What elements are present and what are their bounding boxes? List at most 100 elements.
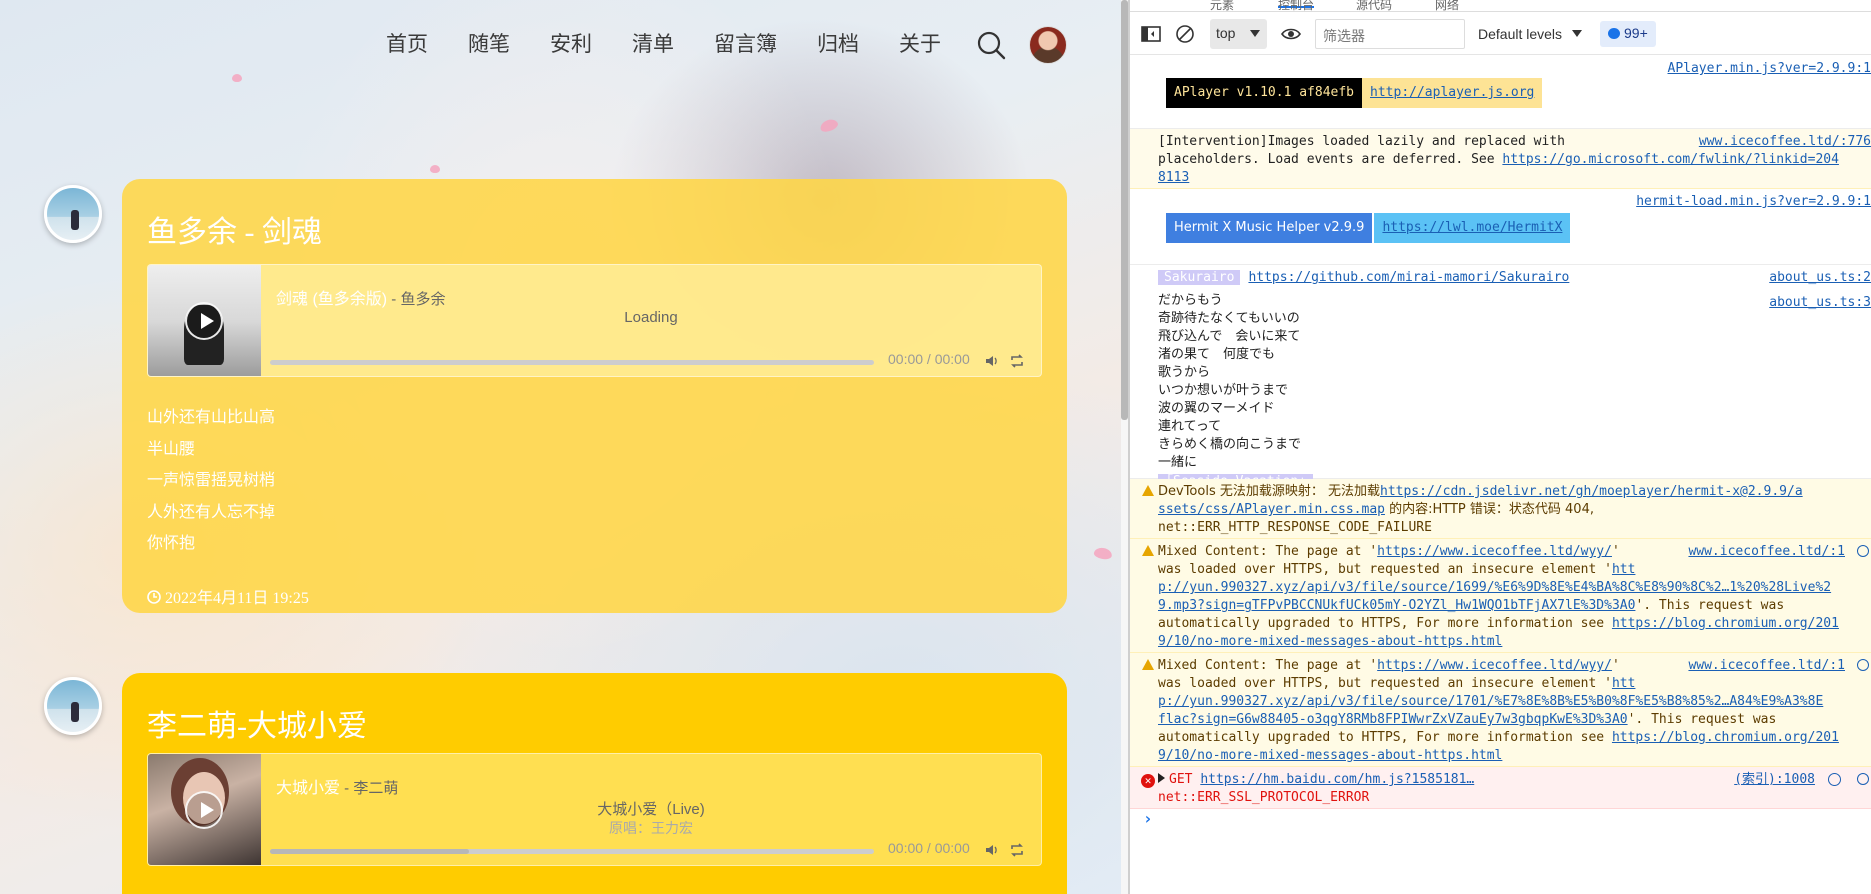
log-text-line: 9.mp3?sign=gTFPvPBCCNUkfUCk05mY-O2YZl_Hw… <box>1158 597 1784 615</box>
jp-lyric-line: きらめく橋の向こうまで <box>1158 437 1302 452</box>
play-icon[interactable] <box>185 302 223 340</box>
error-icon: ✕ <box>1141 774 1155 788</box>
nav-recommend[interactable]: 安利 <box>550 28 592 58</box>
log-text: 的内容:HTTP 错误：状态代码 404, <box>1384 502 1594 517</box>
play-icon[interactable] <box>185 791 223 829</box>
log-text-line: DevTools 无法加载源映射： 无法加载https://cdn.jsdeli… <box>1158 483 1803 501</box>
volume-icon[interactable] <box>985 354 999 368</box>
lyric-current: 大城小爱（Live) <box>597 801 705 818</box>
progress-bar[interactable] <box>270 849 874 854</box>
song-info: 大城小爱 - 李二萌 <box>276 774 398 798</box>
jp-lyric-line: 飛び込んで 会いに来て <box>1158 329 1301 344</box>
loop-icon[interactable] <box>1010 354 1024 368</box>
music-player: 大城小爱 - 李二萌 大城小爱（Live) 原唱：王力宏 00:00 / 00:… <box>147 753 1042 866</box>
magnifier-icon[interactable] <box>1857 545 1869 557</box>
log-link[interactable]: https://hm.baidu.com/hm.js?1585181… <box>1200 772 1474 787</box>
album-cover[interactable] <box>148 754 261 865</box>
post-title[interactable]: 鱼多余 - 剑魂 <box>147 179 1042 264</box>
log-link[interactable]: 8113 <box>1158 169 1189 187</box>
filter-input[interactable]: 筛选器 <box>1315 19 1465 49</box>
source-link[interactable]: about_us.ts:2 <box>1769 269 1871 287</box>
sidebar-toggle-icon[interactable] <box>1140 23 1162 45</box>
context-select[interactable]: top <box>1210 19 1267 49</box>
log-link[interactable]: https://go.microsoft.com/fwlink/?linkid=… <box>1502 152 1839 167</box>
log-link[interactable]: 9/10/no-more-mixed-messages-about-https.… <box>1158 633 1502 651</box>
tab-elements[interactable]: 元素 <box>1210 0 1234 13</box>
log-text-line: was loaded over HTTPS, but requested an … <box>1158 675 1635 693</box>
volume-icon[interactable] <box>985 843 999 857</box>
main-nav: 首页 随笔 安利 清单 留言簿 归档 关于 <box>346 28 941 58</box>
nav-essays[interactable]: 随笔 <box>468 28 510 58</box>
expand-arrow-icon[interactable] <box>1158 773 1165 783</box>
loop-icon[interactable] <box>1010 843 1024 857</box>
devtools-tab-strip: 元素 控制台 源代码 网络 <box>1130 0 1871 12</box>
source-link[interactable]: www.icecoffee.ltd/:1 <box>1688 543 1845 561</box>
tab-sources[interactable]: 源代码 <box>1356 0 1392 13</box>
hermit-link[interactable]: https://lwl.moe/HermitX <box>1374 213 1571 243</box>
search-icon[interactable] <box>976 30 1006 60</box>
log-link[interactable]: https://www.icecoffee.ltd/wyy/ <box>1377 544 1612 559</box>
source-link[interactable]: www.icecoffee.ltd/:776 <box>1699 133 1871 151</box>
log-levels-dropdown[interactable]: Default levels <box>1478 26 1582 42</box>
sakurairo-link[interactable]: https://github.com/mirai-mamori/Sakurair… <box>1248 270 1569 285</box>
nav-list[interactable]: 清单 <box>632 28 674 58</box>
log-link[interactable]: p://yun.990327.xyz/api/v3/file/source/17… <box>1158 693 1823 711</box>
source-link[interactable]: about_us.ts:3 <box>1769 294 1871 312</box>
nav-archive[interactable]: 归档 <box>817 28 859 58</box>
album-cover[interactable] <box>148 265 261 376</box>
nav-guestbook[interactable]: 留言簿 <box>714 28 777 58</box>
nav-about[interactable]: 关于 <box>899 28 941 58</box>
nav-home[interactable]: 首页 <box>386 28 428 58</box>
magnifier-icon[interactable] <box>1857 659 1869 671</box>
console-prompt[interactable]: › <box>1130 809 1871 831</box>
song-title: 大城小爱 <box>276 780 341 797</box>
log-link[interactable]: htt <box>1612 562 1635 577</box>
jp-lyric-line: 渚の果て 何度でも <box>1158 347 1276 362</box>
tab-console[interactable]: 控制台 <box>1278 0 1315 12</box>
info-icon[interactable] <box>1828 773 1841 786</box>
console-toolbar: top 筛选器 Default levels 99+ <box>1130 13 1871 55</box>
console-log-hermit: hermit-load.min.js?ver=2.9.9:1 Hermit X … <box>1130 189 1871 265</box>
log-text-line: automatically upgraded to HTTPS, For mor… <box>1158 615 1839 633</box>
issues-counter[interactable]: 99+ <box>1600 21 1656 47</box>
log-text: was loaded over HTTPS, but requested an … <box>1158 562 1612 577</box>
page-scrollbar-thumb[interactable] <box>1121 0 1128 420</box>
log-text: automatically upgraded to HTTPS, For mor… <box>1158 616 1612 631</box>
post-title[interactable]: 李二萌-大城小爱 <box>147 673 1042 758</box>
aplayer-link[interactable]: http://aplayer.js.org <box>1362 78 1543 108</box>
log-link[interactable]: https://blog.chromium.org/201 <box>1612 616 1839 631</box>
log-text: placeholders. Load events are deferred. … <box>1158 152 1503 167</box>
log-link[interactable]: p://yun.990327.xyz/api/v3/file/source/16… <box>1158 579 1831 597</box>
song-title: 剑魂 (鱼多余版) <box>276 291 388 308</box>
log-link[interactable]: 9/10/no-more-mixed-messages-about-https.… <box>1158 747 1502 765</box>
log-link[interactable]: https://www.icecoffee.ltd/wyy/ <box>1377 658 1612 673</box>
tab-network[interactable]: 网络 <box>1435 0 1459 13</box>
post-card: 李二萌-大城小爱 大城小爱 - 李二萌 大城小爱（Live) 原唱：王力宏 00… <box>122 673 1067 894</box>
warning-icon <box>1142 659 1154 670</box>
clear-console-icon[interactable] <box>1174 23 1196 45</box>
eye-icon[interactable] <box>1280 23 1302 45</box>
log-text: DevTools 无法加载源映射： 无法加载 <box>1158 484 1380 499</box>
log-link[interactable]: flac?sign=G6w88405-o3qgY8RMb8FPIWwrZxVZa… <box>1158 712 1628 727</box>
author-avatar[interactable] <box>44 677 102 735</box>
source-link[interactable]: hermit-load.min.js?ver=2.9.9:1 <box>1636 193 1871 211</box>
log-text-line: flac?sign=G6w88405-o3qgY8RMb8FPIWwrZxVZa… <box>1158 711 1776 729</box>
log-link[interactable]: htt <box>1612 676 1635 691</box>
log-text-line: was loaded over HTTPS, but requested an … <box>1158 561 1635 579</box>
log-text: GET <box>1169 772 1201 787</box>
log-link[interactable]: ssets/css/APlayer.min.css.map <box>1158 502 1385 517</box>
log-link[interactable]: 9.mp3?sign=gTFPvPBCCNUkfUCk05mY-O2YZl_Hw… <box>1158 598 1635 613</box>
source-link[interactable]: APlayer.min.js?ver=2.9.9:1 <box>1668 60 1871 78</box>
devtools-panel: 元素 控制台 源代码 网络 top 筛选器 Default levels 99+… <box>1130 0 1871 894</box>
author-avatar[interactable] <box>44 185 102 243</box>
log-text: automatically upgraded to HTTPS, For mor… <box>1158 730 1612 745</box>
log-link[interactable]: https://cdn.jsdelivr.net/gh/moeplayer/he… <box>1380 484 1803 499</box>
log-link[interactable]: https://blog.chromium.org/201 <box>1612 730 1839 745</box>
source-link[interactable]: www.icecoffee.ltd/:1 <box>1688 657 1845 675</box>
console-log-sakurairo: about_us.ts:2 Sakurairo https://github.co… <box>1130 265 1871 489</box>
warning-icon <box>1142 485 1154 496</box>
user-avatar[interactable] <box>1029 26 1067 64</box>
magnifier-icon[interactable] <box>1857 773 1869 785</box>
source-link[interactable]: (索引):1008 <box>1734 771 1815 789</box>
progress-bar[interactable] <box>270 360 874 365</box>
